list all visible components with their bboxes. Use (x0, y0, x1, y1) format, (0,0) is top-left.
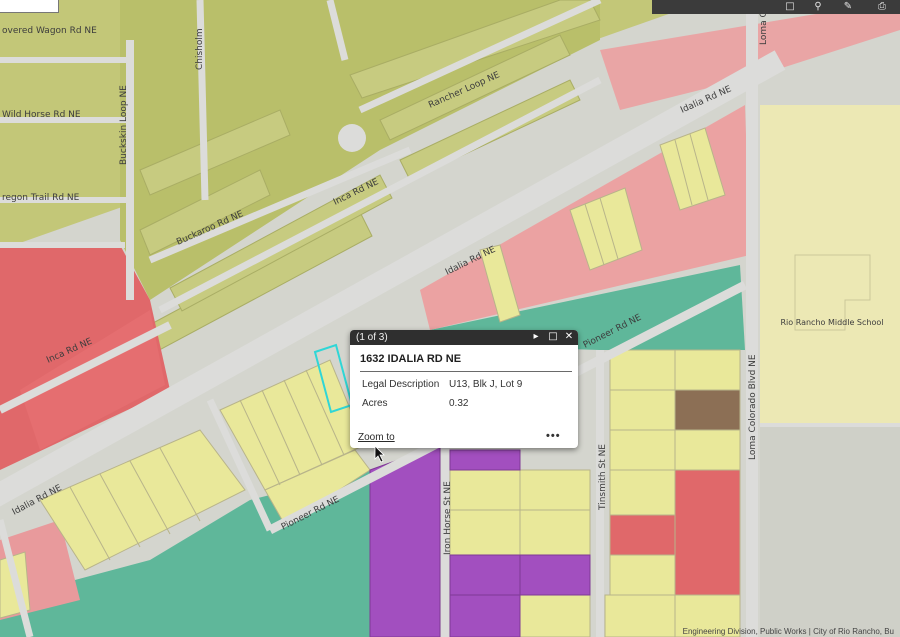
measure-icon[interactable]: ✎ (842, 1, 854, 12)
top-toolbar: □ ⚲ ✎ ⎙ (0, 0, 900, 14)
popup-title: 1632 IDALIA RD NE (360, 353, 462, 365)
school-parcel (760, 105, 900, 425)
field-label-legal-description: Legal Description (362, 379, 440, 390)
label-buckskin-loop: Buckskin Loop NE (119, 85, 129, 165)
parcel-map[interactable]: overed Wagon Rd NE Wild Horse Rd NE rego… (0, 0, 900, 637)
cul-de-sac (338, 124, 366, 152)
label-loma-colorado-blvd: Loma Colorado Blvd NE (748, 354, 758, 460)
more-options-button[interactable]: ••• (546, 430, 561, 442)
map-attribution: Engineering Division, Public Works | Cit… (682, 627, 894, 636)
label-school: Rio Rancho Middle School (780, 318, 883, 327)
field-value-acres: 0.32 (449, 398, 469, 409)
maximize-icon[interactable]: □ (547, 331, 559, 343)
search-icon[interactable]: ⚲ (812, 1, 824, 12)
label-wild-horse: Wild Horse Rd NE (2, 110, 81, 120)
bookmark-icon[interactable]: □ (784, 1, 796, 12)
label-chisholm: Chisholm (195, 28, 205, 70)
field-label-acres: Acres (362, 398, 388, 409)
mouse-cursor-icon (374, 445, 385, 463)
close-icon[interactable]: ✕ (563, 331, 575, 343)
label-iron-horse: Iron Horse St NE (443, 481, 453, 555)
print-icon[interactable]: ⎙ (876, 1, 888, 12)
popup-header: (1 of 3) ▸ □ ✕ (350, 330, 578, 345)
field-value-legal-description: U13, Blk J, Lot 9 (449, 379, 523, 390)
parcel-popup: (1 of 3) ▸ □ ✕ 1632 IDALIA RD NE Legal D… (350, 330, 578, 448)
parcel-southeast (760, 425, 900, 637)
map-viewer[interactable]: overed Wagon Rd NE Wild Horse Rd NE rego… (0, 0, 900, 637)
label-tinsmith: Tinsmith St NE (598, 444, 608, 511)
search-box[interactable] (0, 0, 59, 13)
label-covered-wagon: overed Wagon Rd NE (2, 26, 97, 36)
toolbar-dark-strip: □ ⚲ ✎ ⎙ (652, 0, 900, 14)
popup-counter: (1 of 3) (356, 332, 388, 343)
next-feature-icon[interactable]: ▸ (530, 331, 542, 343)
zoom-to-link[interactable]: Zoom to (358, 432, 395, 443)
popup-divider (360, 371, 572, 372)
label-oregon-trail: regon Trail Rd NE (2, 193, 80, 203)
